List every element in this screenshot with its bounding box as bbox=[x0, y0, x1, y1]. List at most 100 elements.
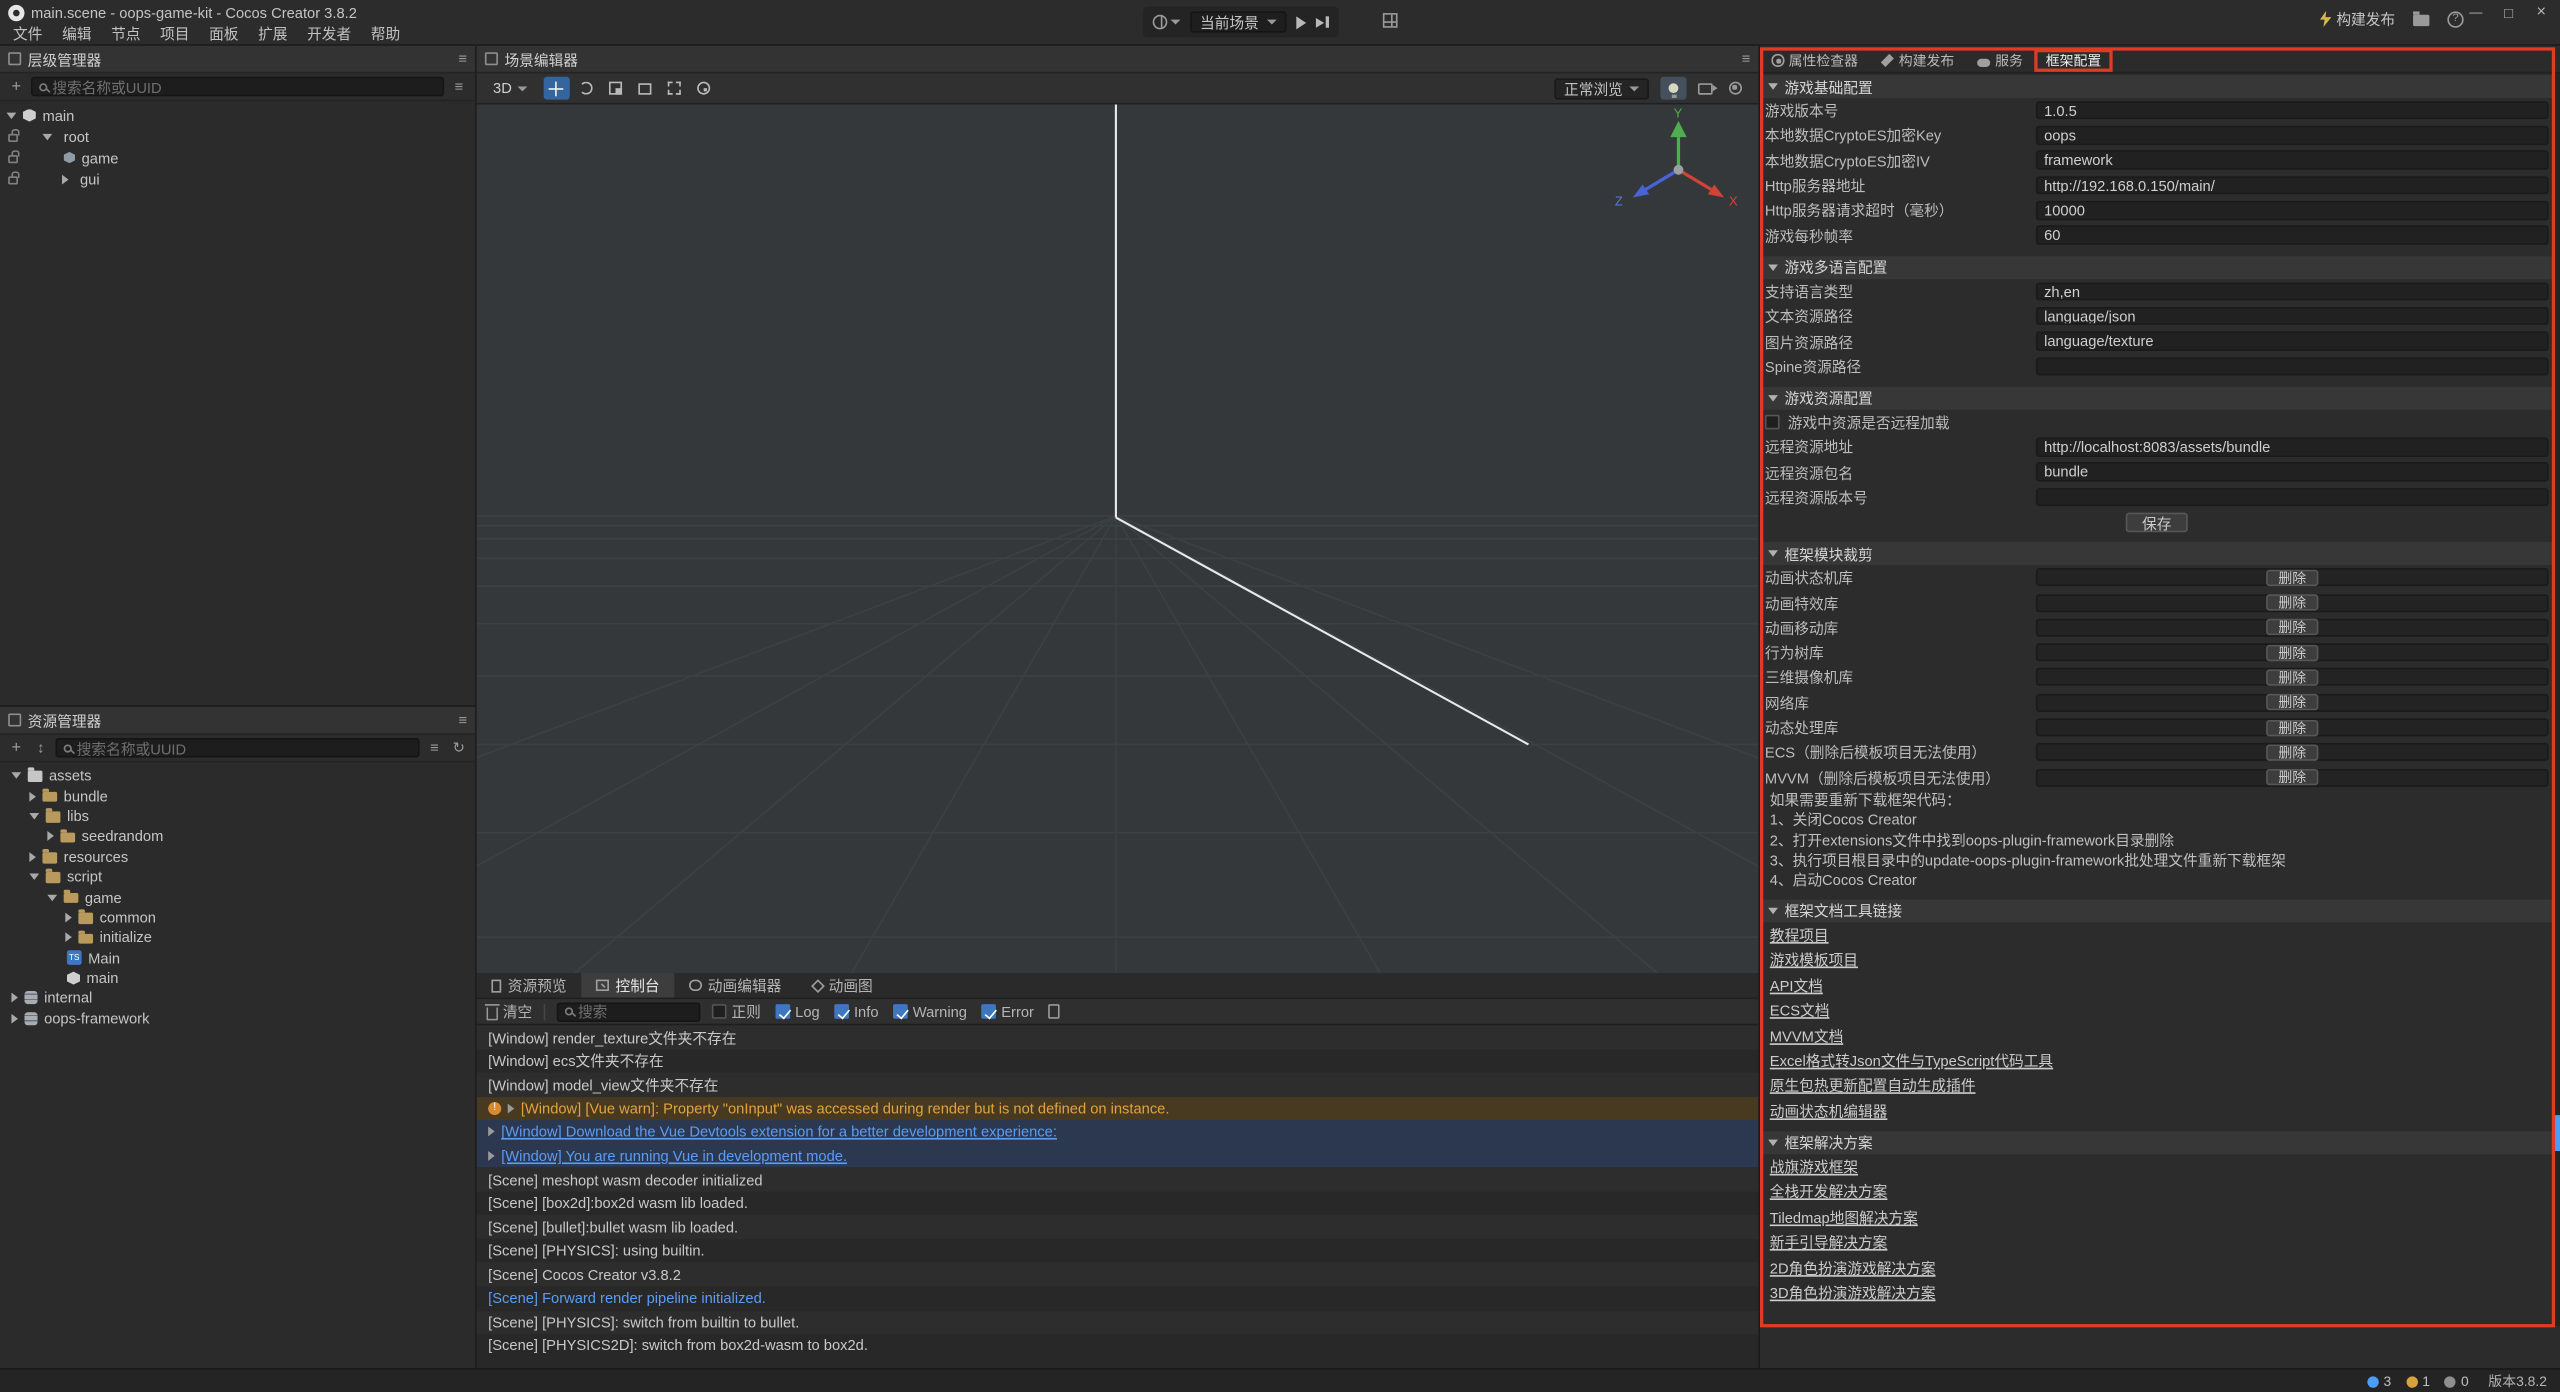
console-log-row[interactable]: [Scene] [PHYSICS]: switch from builtin t… bbox=[477, 1310, 1759, 1334]
doc-link[interactable]: Excel格式转Json文件与TypeScript代码工具 bbox=[1770, 1050, 2053, 1071]
assets-filter-button[interactable] bbox=[424, 738, 444, 758]
console-log-row[interactable]: [Scene] [PHYSICS2D]: switch from box2d-w… bbox=[477, 1334, 1759, 1358]
lock-icon[interactable] bbox=[8, 133, 18, 141]
expand-chevron-icon[interactable] bbox=[508, 1104, 515, 1114]
text-input[interactable]: 1.0.5 bbox=[2036, 101, 2549, 120]
doc-link[interactable]: 教程项目 bbox=[1770, 924, 1829, 945]
menu-item[interactable]: 开发者 bbox=[297, 24, 361, 45]
hierarchy-node[interactable]: game bbox=[0, 147, 475, 168]
checkbox-icon[interactable] bbox=[893, 1004, 908, 1019]
console-log-row[interactable]: [Window] [Vue warn]: Property "onInput" … bbox=[477, 1097, 1759, 1121]
text-input[interactable]: 60 bbox=[2036, 226, 2549, 245]
refresh-assets-button[interactable] bbox=[449, 738, 469, 758]
menu-item[interactable]: 节点 bbox=[101, 24, 150, 45]
console-log-row[interactable]: [Window] Download the Vue Devtools exten… bbox=[477, 1120, 1759, 1144]
asset-item[interactable]: Main bbox=[0, 948, 475, 968]
tool-button[interactable] bbox=[690, 77, 716, 100]
section-header-basic[interactable]: 游戏基础配置 bbox=[1760, 75, 2553, 98]
preview-platform-select[interactable] bbox=[1153, 15, 1181, 30]
text-input[interactable]: 10000 bbox=[2036, 201, 2549, 220]
solution-link[interactable]: 新手引导解决方案 bbox=[1770, 1231, 1888, 1252]
section-header-resource[interactable]: 游戏资源配置 bbox=[1760, 387, 2553, 410]
expand-chevron-icon[interactable] bbox=[7, 112, 17, 119]
delete-button[interactable]: 删除 bbox=[2267, 769, 2318, 785]
inspector-tab[interactable]: 框架配置 bbox=[2034, 49, 2112, 72]
console-log-row[interactable]: [Scene] [PHYSICS]: using builtin. bbox=[477, 1239, 1759, 1263]
play-button[interactable] bbox=[1296, 16, 1306, 29]
checkbox-icon[interactable] bbox=[834, 1004, 849, 1019]
scene-settings-button[interactable] bbox=[1722, 77, 1748, 100]
console-tab[interactable]: 动画编辑器 bbox=[674, 973, 796, 997]
filter-toggle[interactable]: Log bbox=[776, 1003, 820, 1019]
scene-camera-button[interactable] bbox=[1691, 77, 1717, 100]
console-log-row[interactable]: [Scene] [box2d]:box2d wasm lib loaded. bbox=[477, 1192, 1759, 1216]
delete-button[interactable]: 删除 bbox=[2267, 744, 2318, 760]
text-input[interactable]: bundle bbox=[2036, 463, 2549, 482]
doc-link[interactable]: 游戏模板项目 bbox=[1770, 949, 1858, 970]
solution-link[interactable]: Tiledmap地图解决方案 bbox=[1770, 1206, 1918, 1227]
clear-console-button[interactable]: 清空 bbox=[487, 1001, 533, 1022]
checkbox-icon[interactable] bbox=[982, 1004, 997, 1019]
console-log-row[interactable]: [Scene] meshopt wasm decoder initialized bbox=[477, 1168, 1759, 1192]
hierarchy-node[interactable]: main bbox=[0, 104, 475, 125]
grid-view-icon[interactable] bbox=[1383, 13, 1398, 28]
console-log-row[interactable]: [Scene] Cocos Creator v3.8.2 bbox=[477, 1263, 1759, 1287]
expand-chevron-icon[interactable] bbox=[42, 133, 52, 140]
delete-button[interactable]: 删除 bbox=[2267, 694, 2318, 710]
delete-button[interactable]: 删除 bbox=[2267, 644, 2318, 660]
delete-button[interactable]: 删除 bbox=[2267, 619, 2318, 635]
text-input[interactable]: language/texture bbox=[2036, 332, 2549, 351]
text-input[interactable]: zh,en bbox=[2036, 282, 2549, 301]
console-log-row[interactable]: [Window] You are running Vue in developm… bbox=[477, 1144, 1759, 1168]
console-log-row[interactable]: [Window] render_texture文件夹不存在 bbox=[477, 1025, 1759, 1049]
dimension-toggle[interactable]: 3D bbox=[487, 80, 534, 96]
expand-chevron-icon[interactable] bbox=[47, 894, 57, 901]
close-button[interactable] bbox=[2529, 2, 2553, 23]
inspector-tab[interactable]: 属性检查器 bbox=[1760, 49, 1869, 72]
menu-item[interactable]: 帮助 bbox=[361, 24, 410, 45]
asset-item[interactable]: oops-framework bbox=[0, 1008, 475, 1028]
checkbox-icon[interactable] bbox=[776, 1004, 791, 1019]
expand-chevron-icon[interactable] bbox=[47, 832, 54, 842]
console-log-row[interactable]: [Scene] [bullet]:bullet wasm lib loaded. bbox=[477, 1215, 1759, 1239]
console-log-row[interactable]: [Window] ecs文件夹不存在 bbox=[477, 1049, 1759, 1073]
light-toggle[interactable] bbox=[1660, 77, 1686, 100]
message-count[interactable]: 3 bbox=[2367, 1373, 2391, 1389]
solution-link[interactable]: 2D角色扮演游戏解决方案 bbox=[1770, 1257, 1936, 1278]
expand-chevron-icon[interactable] bbox=[29, 852, 36, 862]
section-header-language[interactable]: 游戏多语言配置 bbox=[1760, 256, 2553, 279]
expand-chevron-icon[interactable] bbox=[488, 1151, 495, 1161]
view-mode-select[interactable]: 正常浏览 bbox=[1554, 78, 1649, 99]
open-log-file-icon[interactable] bbox=[1049, 1004, 1060, 1019]
text-input[interactable] bbox=[2036, 357, 2549, 376]
console-log-row[interactable]: [Window] model_view文件夹不存在 bbox=[477, 1073, 1759, 1097]
asset-item[interactable]: seedrandom bbox=[0, 826, 475, 846]
text-input[interactable]: language/json bbox=[2036, 307, 2549, 326]
delete-button[interactable]: 删除 bbox=[2267, 569, 2318, 585]
solution-link[interactable]: 3D角色扮演游戏解决方案 bbox=[1770, 1282, 1936, 1303]
section-header-solutions[interactable]: 框架解决方案 bbox=[1760, 1131, 2553, 1154]
panel-menu-icon[interactable] bbox=[458, 712, 467, 728]
delete-button[interactable]: 删除 bbox=[2267, 594, 2318, 610]
solution-link[interactable]: 全栈开发解决方案 bbox=[1770, 1181, 1888, 1202]
lock-icon[interactable] bbox=[8, 176, 18, 184]
tool-button[interactable] bbox=[631, 77, 657, 100]
inspector-tab[interactable]: 构建发布 bbox=[1869, 49, 1965, 72]
panel-menu-icon[interactable] bbox=[458, 51, 467, 67]
console-search-input[interactable]: 搜索 bbox=[557, 1002, 701, 1022]
expand-chevron-icon[interactable] bbox=[65, 913, 72, 923]
hierarchy-filter-button[interactable] bbox=[449, 77, 469, 97]
asset-item[interactable]: internal bbox=[0, 988, 475, 1008]
expand-chevron-icon[interactable] bbox=[11, 1014, 18, 1024]
asset-item[interactable]: main bbox=[0, 968, 475, 988]
text-input[interactable] bbox=[2036, 488, 2549, 507]
expand-chevron-icon[interactable] bbox=[11, 993, 18, 1003]
maximize-button[interactable] bbox=[2496, 2, 2520, 23]
hierarchy-search-input[interactable]: 搜索名称或UUID bbox=[31, 77, 444, 97]
text-input[interactable]: http://localhost:8083/assets/bundle bbox=[2036, 438, 2549, 457]
tool-button[interactable] bbox=[602, 77, 628, 100]
checkbox-icon[interactable] bbox=[712, 1004, 727, 1019]
expand-chevron-icon[interactable] bbox=[65, 933, 72, 943]
asset-item[interactable]: common bbox=[0, 907, 475, 927]
expand-chevron-icon[interactable] bbox=[11, 773, 21, 780]
